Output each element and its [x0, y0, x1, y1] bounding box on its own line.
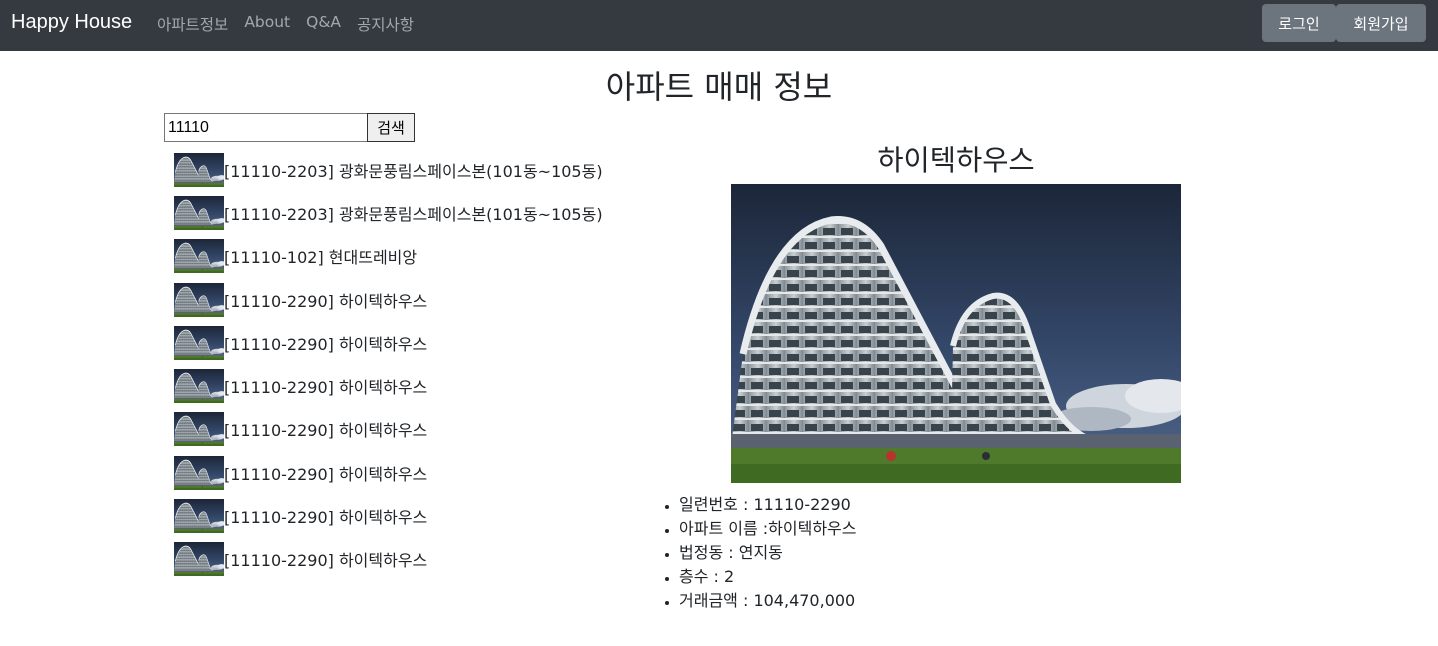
list-item[interactable]: [11110-2203] 광화문풍림스페이스본(101동~105동)	[174, 196, 634, 230]
list-item-label: [11110-2290] 하이텍하우스	[224, 508, 428, 527]
apartment-thumbnail	[174, 239, 224, 273]
nav-link-notice[interactable]: 공지사항	[357, 13, 414, 35]
nav-link-apartment-info[interactable]: 아파트정보	[157, 13, 228, 35]
list-item[interactable]: [11110-2203] 광화문풍림스페이스본(101동~105동)	[174, 153, 634, 187]
detail-serial: 일련번호 : 11110-2290	[679, 493, 856, 517]
search-button[interactable]: 검색	[367, 113, 415, 142]
list-item[interactable]: [11110-2290] 하이텍하우스	[174, 542, 634, 576]
list-item-label: [11110-2290] 하이텍하우스	[224, 421, 428, 440]
search-input[interactable]	[164, 113, 368, 142]
apartment-thumbnail	[174, 499, 224, 533]
nav-link-about[interactable]: About	[244, 13, 290, 35]
list-item[interactable]: [11110-2290] 하이텍하우스	[174, 499, 634, 533]
login-button[interactable]: 로그인	[1262, 4, 1336, 42]
nav-link-qna[interactable]: Q&A	[306, 13, 341, 35]
nav-links: 아파트정보 About Q&A 공지사항	[157, 13, 414, 35]
detail-apartment-name: 아파트 이름 :하이텍하우스	[679, 517, 856, 541]
list-item-label: [11110-102] 현대뜨레비앙	[224, 248, 418, 267]
apartment-thumbnail	[174, 196, 224, 230]
apartment-thumbnail	[174, 456, 224, 490]
list-item-label: [11110-2290] 하이텍하우스	[224, 292, 428, 311]
page-title: 아파트 매매 정보	[605, 68, 833, 106]
apartment-thumbnail	[174, 153, 224, 187]
list-item-label: [11110-2290] 하이텍하우스	[224, 465, 428, 484]
detail-info-list: 일련번호 : 11110-2290 아파트 이름 :하이텍하우스 법정동 : 연…	[679, 493, 856, 613]
apartment-thumbnail	[174, 542, 224, 576]
detail-dong: 법정동 : 연지동	[679, 541, 856, 565]
signup-button[interactable]: 회원가입	[1336, 4, 1426, 42]
detail-title: 하이텍하우스	[877, 144, 1035, 177]
apartment-photo	[731, 184, 1181, 483]
detail-price: 거래금액 : 104,470,000	[679, 589, 856, 613]
brand-logo[interactable]: Happy House	[11, 11, 132, 34]
list-item-label: [11110-2290] 하이텍하우스	[224, 378, 428, 397]
list-item-label: [11110-2203] 광화문풍림스페이스본(101동~105동)	[224, 205, 603, 224]
detail-floor: 층수 : 2	[679, 565, 856, 589]
list-item[interactable]: [11110-2290] 하이텍하우스	[174, 369, 634, 403]
apartment-thumbnail	[174, 326, 224, 360]
list-item[interactable]: [11110-2290] 하이텍하우스	[174, 456, 634, 490]
top-navbar: Happy House 아파트정보 About Q&A 공지사항 로그인 회원가…	[0, 0, 1438, 51]
apartment-thumbnail	[174, 369, 224, 403]
list-item[interactable]: [11110-102] 현대뜨레비앙	[174, 239, 634, 273]
list-item-label: [11110-2290] 하이텍하우스	[224, 335, 428, 354]
list-item[interactable]: [11110-2290] 하이텍하우스	[174, 283, 634, 317]
list-item[interactable]: [11110-2290] 하이텍하우스	[174, 326, 634, 360]
list-item-label: [11110-2290] 하이텍하우스	[224, 551, 428, 570]
apartment-thumbnail	[174, 283, 224, 317]
list-item-label: [11110-2203] 광화문풍림스페이스본(101동~105동)	[224, 162, 603, 181]
list-item[interactable]: [11110-2290] 하이텍하우스	[174, 412, 634, 446]
apartment-thumbnail	[174, 412, 224, 446]
